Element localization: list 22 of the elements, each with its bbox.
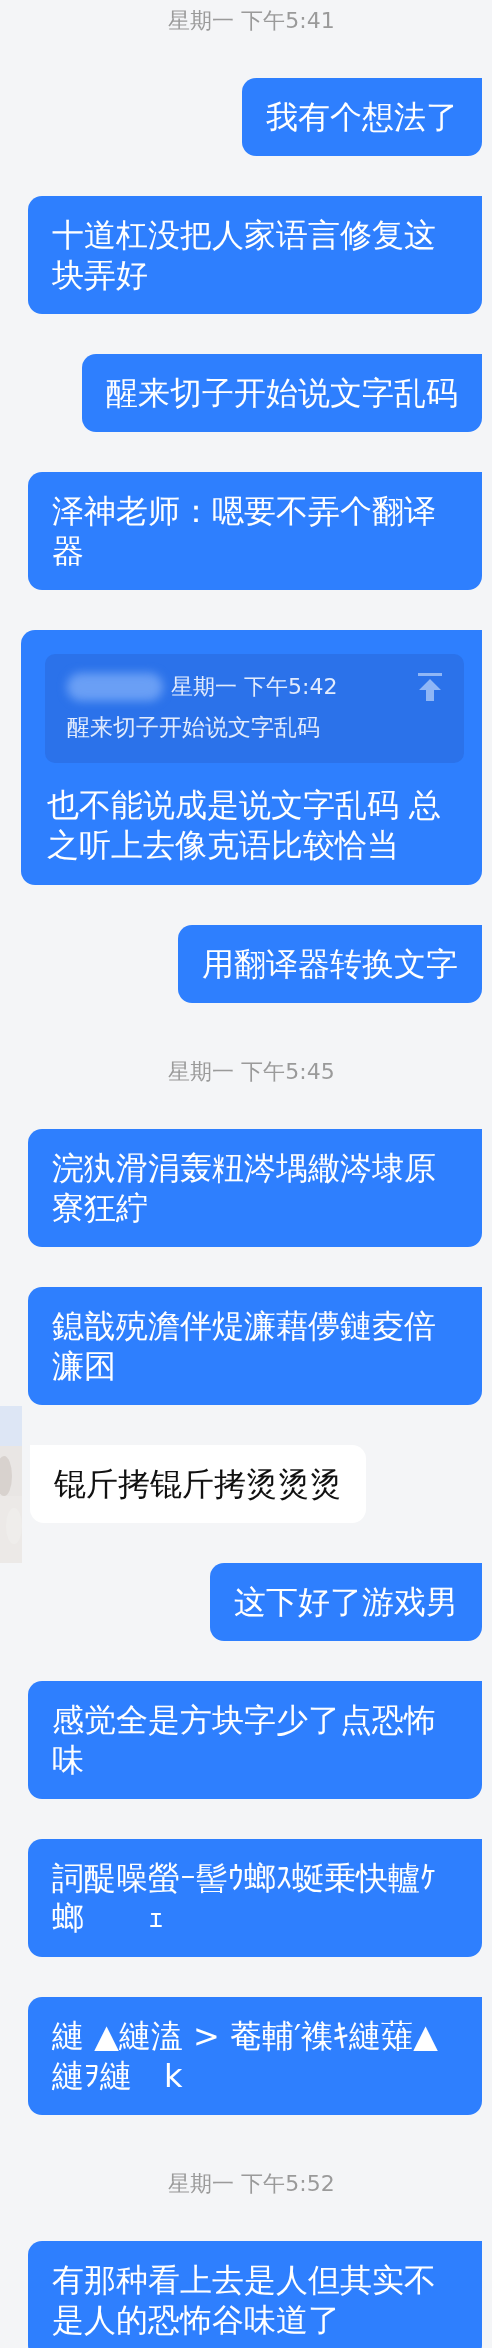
timestamp: 星期一 下午5:52 [168, 2171, 335, 2197]
timestamp: 星期一 下午5:41 [168, 8, 335, 34]
message-bubble[interactable]: 我有个想法了 [242, 78, 482, 156]
message-bubble[interactable]: 泽神老师：嗯要不弄个翻译器 [28, 472, 482, 590]
message-bubble[interactable]: 鎴戠殑澹伴煶濂藉儚鏈夌倍濂囨 [28, 1287, 482, 1405]
message-bubble[interactable]: 这下好了游戏男 [210, 1563, 482, 1641]
message-bubble[interactable]: 十道杠没把人家语言修复这块弄好 [28, 196, 482, 314]
message-bubble[interactable]: 有那种看上去是人但其实不是人的恐怖谷味道了 [28, 2241, 482, 2348]
message-text: 也不能说成是说文字乱码 总之听上去像克语比较恰当 [46, 785, 443, 865]
message-bubble[interactable]: 縺 ▲縺溘 > 菴輔′襍ｷ縺薙▲縺ｦ縺 k [28, 1997, 482, 2115]
message-bubble[interactable]: 用翻译器转换文字 [178, 925, 482, 1003]
message-bubble[interactable]: 醒来切子开始说文字乱码 [82, 354, 482, 432]
message-bubble[interactable]: 星期一 下午5:42 醒来切子开始说文字乱码 也不能说成是说文字乱码 总之听上去像克语比较恰当 [21, 630, 482, 885]
quote-text: 醒来切子开始说文字乱码 [67, 713, 321, 742]
arrow-up-icon[interactable] [418, 673, 442, 701]
message-bubble[interactable]: 感觉全是方块字少了点恐怖味 [28, 1681, 482, 1799]
message-bubble[interactable]: 锟斤拷锟斤拷烫烫烫 [30, 1445, 366, 1523]
quote-time: 星期一 下午5:42 [171, 673, 339, 701]
message-bubble[interactable]: 浣犱滑涓轰粈涔堣繖涔埭原寮狂紵 [28, 1129, 482, 1247]
message-bubble[interactable]: 詞醍噪螢ｰ髻ｳ螂ｽ蜒乗快轤ｹ螂 ｪ [28, 1839, 482, 1957]
timestamp: 星期一 下午5:45 [168, 1059, 335, 1085]
quoted-message[interactable]: 星期一 下午5:42 醒来切子开始说文字乱码 [45, 654, 464, 763]
